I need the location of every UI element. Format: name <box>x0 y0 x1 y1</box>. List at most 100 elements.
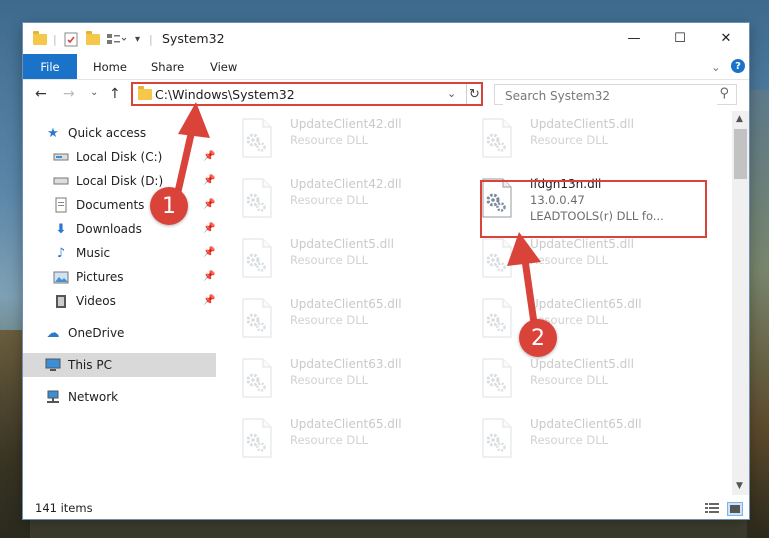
pictures-icon <box>53 269 69 285</box>
file-type: Resource DLL <box>290 253 369 267</box>
sidebar-item-label: Network <box>68 390 119 404</box>
file-type: Resource DLL <box>290 193 369 207</box>
tab-home[interactable]: Home <box>93 54 127 79</box>
music-icon: ♪ <box>56 245 66 261</box>
scroll-thumb[interactable] <box>734 129 747 179</box>
computer-icon <box>45 357 61 373</box>
dll-file-icon <box>242 298 272 338</box>
status-bar: 141 items <box>23 497 749 519</box>
customize-toolbar-icon[interactable]: ▾ <box>135 31 140 47</box>
up-arrow-icon[interactable]: ↑ <box>109 86 121 102</box>
downloads-icon: ⬇ <box>55 221 67 237</box>
file-name: UpdateClient65.dll <box>290 297 402 311</box>
desktop-background-right <box>747 90 769 538</box>
ribbon-tabs: File Home Share View ⌄ ? <box>23 54 749 80</box>
address-history-chevron-icon[interactable]: ⌄ <box>447 87 456 100</box>
tab-file[interactable]: File <box>23 54 77 79</box>
large-icons-view-icon[interactable] <box>727 502 743 516</box>
vertical-scrollbar[interactable]: ▲ ▼ <box>732 111 749 495</box>
back-arrow-icon[interactable]: ← <box>35 86 47 102</box>
dll-file-icon <box>242 178 272 218</box>
file-item[interactable]: UpdateClient65.dll Resource DLL <box>217 293 427 343</box>
dll-file-icon <box>482 118 512 158</box>
sidebar-item-label: OneDrive <box>68 326 125 340</box>
sidebar-item-label: Documents <box>76 198 145 212</box>
expand-ribbon-chevron-icon[interactable]: ⌄ <box>711 54 721 79</box>
item-count: 141 items <box>35 501 93 515</box>
forward-arrow-icon[interactable]: → <box>63 86 75 102</box>
dll-file-icon <box>242 118 272 158</box>
separator: | <box>53 32 57 46</box>
sidebar-item-documents[interactable]: Documents <box>53 193 144 217</box>
recent-locations-chevron-icon[interactable]: ⌄ <box>90 87 98 98</box>
file-type: Resource DLL <box>290 313 369 327</box>
close-button[interactable]: ✕ <box>703 23 749 54</box>
file-type: Resource DLL <box>290 133 369 147</box>
window-title: System32 <box>162 31 225 46</box>
file-name: UpdateClient42.dll <box>290 177 402 191</box>
tab-view[interactable]: View <box>210 54 237 79</box>
file-item[interactable]: UpdateClient42.dll Resource DLL <box>217 173 427 223</box>
view-options-icon[interactable] <box>107 31 127 47</box>
documents-icon <box>53 197 69 213</box>
folder-icon <box>33 30 47 47</box>
sidebar-item-this-pc[interactable]: This PC <box>23 353 216 377</box>
file-item[interactable]: UpdateClient5.dll Resource DLL <box>457 113 667 163</box>
file-list: UpdateClient42.dll Resource DLL UpdateClie… <box>217 111 732 495</box>
drive-icon <box>53 149 69 165</box>
sidebar-item-pictures[interactable]: Pictures <box>53 265 124 289</box>
dll-file-icon <box>482 358 512 398</box>
sidebar-item-label: Downloads <box>76 222 142 236</box>
sidebar-item-network[interactable]: Network <box>45 385 118 409</box>
navigation-bar: ← → ⌄ ↑ C:\Windows\System32 ⌄ ↻ ⚲ <box>23 80 749 110</box>
file-name: UpdateClient5.dll <box>290 237 394 251</box>
star-icon: ★ <box>47 125 59 141</box>
file-item[interactable]: UpdateClient5.dll Resource DLL <box>217 233 427 283</box>
pin-icon: 📌 <box>203 271 216 282</box>
sidebar-item-label: Music <box>76 246 111 260</box>
file-item[interactable]: UpdateClient5.dll Resource DLL <box>457 353 667 403</box>
file-type: Resource DLL <box>530 433 609 447</box>
minimize-button[interactable]: — <box>611 23 657 54</box>
file-type: Resource DLL <box>530 373 609 387</box>
search-input[interactable] <box>503 86 717 106</box>
search-icon[interactable]: ⚲ <box>719 86 729 101</box>
scroll-up-icon[interactable]: ▲ <box>736 114 743 124</box>
sidebar-item-quick-access[interactable]: ★ Quick access <box>45 121 146 145</box>
pin-icon: 📌 <box>203 247 216 258</box>
drive-icon <box>53 173 69 189</box>
tab-share[interactable]: Share <box>151 54 184 79</box>
file-name: UpdateClient65.dll <box>290 417 402 431</box>
scroll-down-icon[interactable]: ▼ <box>736 481 743 491</box>
sidebar-item-label: This PC <box>68 358 112 372</box>
file-explorer-window: | ▾ | System32 — ☐ ✕ File Home Share Vie… <box>23 23 749 519</box>
file-name: UpdateClient63.dll <box>290 357 402 371</box>
address-folder-icon <box>138 86 152 100</box>
file-item[interactable]: UpdateClient65.dll Resource DLL <box>217 413 427 463</box>
sidebar-item-videos[interactable]: Videos <box>53 289 116 313</box>
file-item[interactable]: UpdateClient63.dll Resource DLL <box>217 353 427 403</box>
new-folder-icon[interactable] <box>86 30 100 47</box>
title-bar: | ▾ | System32 — ☐ ✕ <box>23 23 749 54</box>
sidebar-item-onedrive[interactable]: ☁ OneDrive <box>45 321 125 345</box>
file-name: UpdateClient42.dll <box>290 117 402 131</box>
file-type: Resource DLL <box>290 373 369 387</box>
file-item[interactable]: UpdateClient42.dll Resource DLL <box>217 113 427 163</box>
file-type: Resource DLL <box>290 433 369 447</box>
sidebar-item-label: Pictures <box>76 270 124 284</box>
maximize-button[interactable]: ☐ <box>657 23 703 54</box>
search-box[interactable]: ⚲ <box>494 84 737 106</box>
file-item[interactable]: UpdateClient65.dll Resource DLL <box>457 413 667 463</box>
network-icon <box>45 389 61 405</box>
cloud-icon: ☁ <box>46 325 60 341</box>
details-view-icon[interactable] <box>705 502 719 514</box>
file-name: UpdateClient5.dll <box>530 117 634 131</box>
refresh-icon[interactable]: ↻ <box>466 84 482 104</box>
properties-icon[interactable] <box>64 31 78 47</box>
help-icon[interactable]: ? <box>731 59 745 73</box>
dll-file-icon <box>482 418 512 458</box>
sidebar-item-label: Quick access <box>68 126 147 140</box>
sidebar-item-music[interactable]: ♪ Music <box>53 241 110 265</box>
sidebar-item-label: Videos <box>76 294 116 308</box>
sidebar-item-downloads[interactable]: ⬇ Downloads <box>53 217 142 241</box>
